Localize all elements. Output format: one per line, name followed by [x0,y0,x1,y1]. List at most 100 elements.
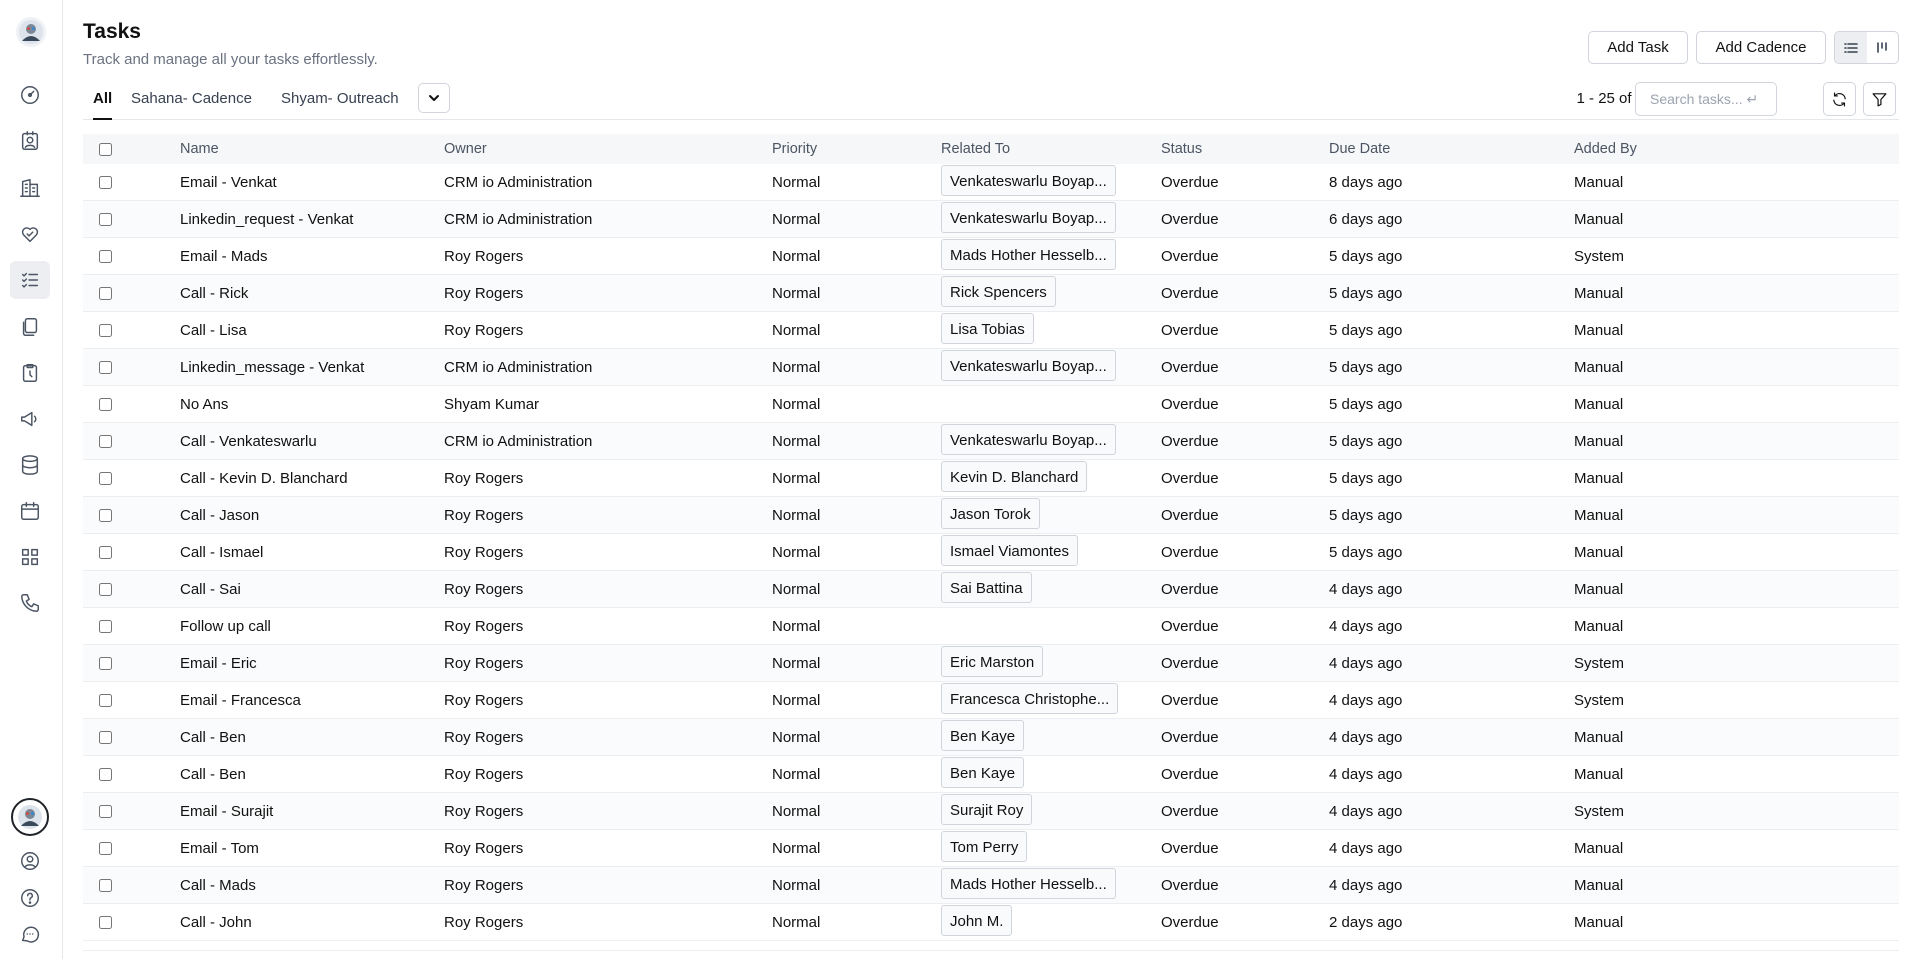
board-view-icon[interactable] [1867,32,1899,63]
table-row[interactable]: Follow up call Roy Rogers Normal Overdue 4 d… [83,608,1899,645]
table-row[interactable]: Email - Mads Roy Rogers Normal Mads Hother … [83,238,1899,275]
row-checkbox[interactable] [99,878,112,892]
related-to-chip[interactable]: Venkateswarlu Boyap... [941,349,1116,381]
related-to-chip[interactable]: Surajit Roy [941,793,1033,825]
header-due-date[interactable]: Due Date [1329,141,1574,157]
clipboard-icon[interactable] [10,354,50,392]
related-to-chip[interactable]: Venkateswarlu Boyap... [941,164,1116,196]
select-all-checkbox[interactable] [99,142,112,156]
task-name[interactable]: Email - Venkat [180,174,444,191]
header-priority[interactable]: Priority [772,141,941,157]
refresh-button[interactable] [1823,82,1856,116]
row-checkbox[interactable] [99,545,112,559]
task-name[interactable]: Linkedin_message - Venkat [180,359,444,376]
apps-icon[interactable] [10,538,50,576]
related-to-chip[interactable]: Venkateswarlu Boyap... [941,201,1116,233]
row-checkbox[interactable] [99,286,112,300]
row-checkbox[interactable] [99,434,112,448]
header-status[interactable]: Status [1161,141,1329,157]
related-to-chip[interactable]: Mads Hother Hesselb... [941,867,1116,899]
related-to-chip[interactable]: Lisa Tobias [941,312,1034,344]
row-checkbox[interactable] [99,397,112,411]
deals-icon[interactable] [10,215,50,253]
tasks-icon[interactable] [10,261,50,299]
table-row[interactable]: Email - Venkat CRM io Administration Norma… [83,164,1899,201]
row-checkbox[interactable] [99,212,112,226]
table-row[interactable]: Call - John Roy Rogers Normal John M. Overdu… [83,904,1899,941]
related-to-chip[interactable]: Eric Marston [941,645,1044,677]
related-to-chip[interactable]: Sai Battina [941,571,1032,603]
calendar-icon[interactable] [10,492,50,530]
search-input[interactable] [1635,82,1777,116]
related-to-chip[interactable]: Rick Spencers [941,275,1056,307]
list-view-icon[interactable] [1835,32,1867,63]
related-to-chip[interactable]: Tom Perry [941,830,1028,862]
header-related-to[interactable]: Related To [941,141,1161,157]
task-name[interactable]: Call - Venkateswarlu [180,433,444,450]
table-row[interactable]: Linkedin_request - Venkat CRM io Administ… [83,201,1899,238]
task-name[interactable]: Call - John [180,914,444,931]
task-name[interactable]: Call - Sai [180,581,444,598]
table-row[interactable]: Call - Kevin D. Blanchard Roy Rogers Norma… [83,460,1899,497]
task-name[interactable]: Call - Kevin D. Blanchard [180,470,444,487]
row-checkbox[interactable] [99,730,112,744]
chat-icon[interactable] [10,915,50,953]
task-name[interactable]: Call - Rick [180,285,444,302]
tab-all[interactable]: All [93,90,113,120]
more-tabs-button[interactable] [418,83,450,113]
add-task-button[interactable]: Add Task [1588,31,1688,64]
row-checkbox[interactable] [99,175,112,189]
header-owner[interactable]: Owner [444,141,772,157]
row-checkbox[interactable] [99,508,112,522]
table-row[interactable]: Call - Sai Roy Rogers Normal Sai Battina Ove… [83,571,1899,608]
dashboard-icon[interactable] [10,76,50,114]
table-row[interactable]: Call - Rick Roy Rogers Normal Rick Spencers… [83,275,1899,312]
contacts-icon[interactable] [10,122,50,160]
related-to-chip[interactable]: Ben Kaye [941,756,1025,788]
task-name[interactable]: Call - Mads [180,877,444,894]
table-row[interactable]: Call - Ben Roy Rogers Normal Ben Kaye Overdu… [83,756,1899,793]
tab-shyam-outreach[interactable]: Shyam- Outreach [281,90,399,120]
task-name[interactable]: Email - Tom [180,840,444,857]
database-icon[interactable] [10,446,50,484]
task-name[interactable]: Call - Ben [180,729,444,746]
header-added-by[interactable]: Added By [1574,141,1774,157]
row-checkbox[interactable] [99,249,112,263]
help-icon[interactable] [10,879,50,917]
task-name[interactable]: Call - Ben [180,766,444,783]
table-row[interactable]: Email - Eric Roy Rogers Normal Eric Marston… [83,645,1899,682]
campaigns-icon[interactable] [10,400,50,438]
row-checkbox[interactable] [99,619,112,633]
task-name[interactable]: No Ans [180,396,444,413]
row-checkbox[interactable] [99,804,112,818]
task-name[interactable]: Email - Surajit [180,803,444,820]
task-name[interactable]: Email - Eric [180,655,444,672]
related-to-chip[interactable]: Ismael Viamontes [941,534,1078,566]
task-name[interactable]: Call - Ismael [180,544,444,561]
row-checkbox[interactable] [99,360,112,374]
related-to-chip[interactable]: Venkateswarlu Boyap... [941,423,1116,455]
table-row[interactable]: No Ans Shyam Kumar Normal Overdue 5 days ago… [83,386,1899,423]
row-checkbox[interactable] [99,582,112,596]
table-row[interactable]: Email - Surajit Roy Rogers Normal Surajit R… [83,793,1899,830]
task-name[interactable]: Follow up call [180,618,444,635]
phone-icon[interactable] [10,584,50,622]
row-checkbox[interactable] [99,767,112,781]
table-row[interactable]: Call - Mads Roy Rogers Normal Mads Hother H… [83,867,1899,904]
header-name[interactable]: Name [180,141,444,157]
avatar-icon[interactable] [11,798,49,836]
related-to-chip[interactable]: Mads Hother Hesselb... [941,238,1116,270]
table-row[interactable]: Call - Venkateswarlu CRM io Administratio… [83,423,1899,460]
table-row[interactable]: Email - Francesca Roy Rogers Normal Frances… [83,682,1899,719]
related-to-chip[interactable]: Francesca Christophe... [941,682,1119,714]
related-to-chip[interactable]: Ben Kaye [941,719,1025,751]
row-checkbox[interactable] [99,693,112,707]
table-row[interactable]: Call - Ismael Roy Rogers Normal Ismael Viam… [83,534,1899,571]
logo-icon[interactable] [16,17,46,47]
filter-button[interactable] [1863,82,1896,116]
add-cadence-button[interactable]: Add Cadence [1696,31,1826,64]
table-row[interactable]: Call - Lisa Roy Rogers Normal Lisa Tobias Ov… [83,312,1899,349]
table-row[interactable]: Call - Jason Roy Rogers Normal Jason Torok O… [83,497,1899,534]
related-to-chip[interactable]: Jason Torok [941,497,1040,529]
table-row[interactable]: Linkedin_message - Venkat CRM io Administ… [83,349,1899,386]
